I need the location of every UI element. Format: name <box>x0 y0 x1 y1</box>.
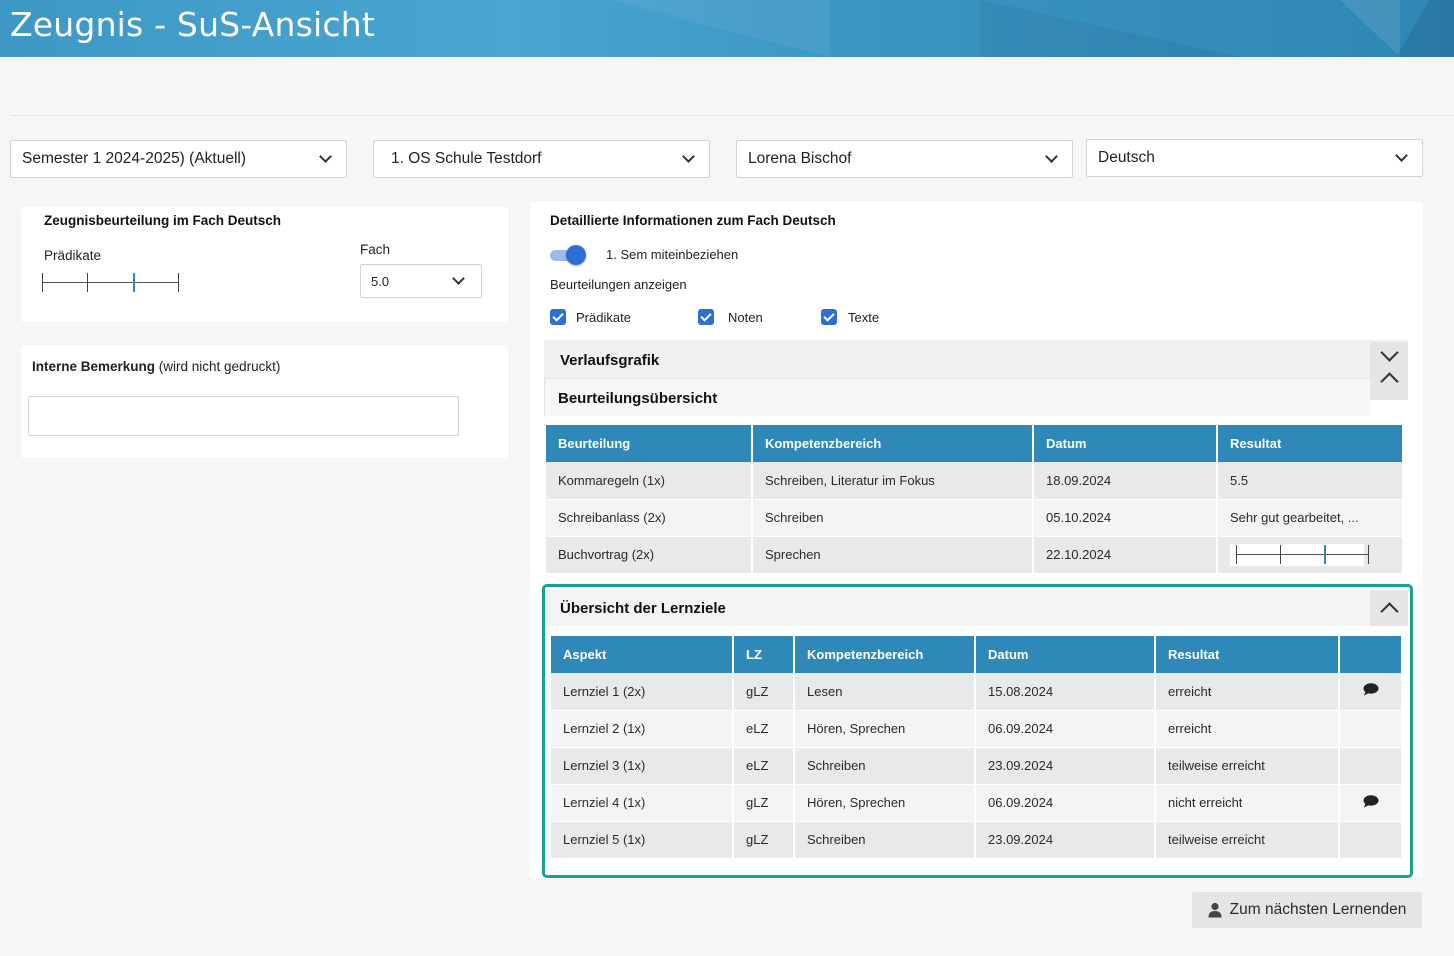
table-cell: Schreiben <box>752 499 1034 537</box>
predicate-scale <box>1230 543 1369 566</box>
grade-card: Zeugnisbeurteilung im Fach Deutsch Prädi… <box>21 207 508 322</box>
predicate-scale[interactable] <box>42 273 179 293</box>
table-cell <box>1217 536 1402 574</box>
column-header[interactable]: Beurteilung <box>546 425 753 462</box>
table-cell: 22.10.2024 <box>1033 536 1218 574</box>
table-cell: 05.10.2024 <box>1033 499 1218 537</box>
user-icon <box>1208 902 1222 918</box>
subject-select-value: Deutsch <box>1098 149 1155 166</box>
scale-tick <box>178 273 179 292</box>
scale-marker <box>133 273 135 292</box>
toggle-label: 1. Sem miteinbeziehen <box>606 247 739 262</box>
checkbox-predicates[interactable] <box>550 309 566 325</box>
chevron-down-icon <box>1379 343 1399 362</box>
checkbox-texts-label: Texte <box>848 310 880 325</box>
table-row[interactable]: Kommaregeln (1x) Schreiben, Literatur im… <box>546 462 1402 500</box>
checkbox-grades-label: Noten <box>728 310 763 325</box>
scale-tick <box>42 273 43 292</box>
semester-select[interactable]: Semester 1 2024-2025) (Aktuell) <box>10 140 347 178</box>
column-header[interactable]: Kompetenzbereich <box>752 425 1034 462</box>
scale-tick <box>1236 544 1237 564</box>
grade-card-title: Zeugnisbeurteilung im Fach Deutsch <box>44 213 282 228</box>
table-cell: Sehr gut gearbeitet, ... <box>1217 499 1402 537</box>
checkbox-predicates-label: Prädikate <box>576 310 631 325</box>
subject-grade-label: Fach <box>360 242 391 257</box>
table-row[interactable]: Buchvortrag (2x) Sprechen 22.10.2024 <box>546 536 1402 574</box>
column-header[interactable]: Datum <box>1033 425 1218 462</box>
remark-title-bold: Interne Bemerkung <box>32 359 156 374</box>
checkbox-texts[interactable] <box>821 309 837 325</box>
overview-section-title: Beurteilungsübersicht <box>558 390 718 407</box>
scale-tick <box>87 273 88 292</box>
subject-grade-value: 5.0 <box>371 273 390 289</box>
checkbox-grades[interactable] <box>698 309 714 325</box>
chevron-down-icon <box>452 272 465 285</box>
chevron-down-icon <box>682 150 695 163</box>
overview-table: Beurteilung Kompetenzbereich Datum Resul… <box>546 425 1402 574</box>
table-cell: Sprechen <box>752 536 1034 574</box>
school-select-value: 1. OS Schule Testdorf <box>391 150 542 167</box>
chevron-down-icon <box>319 150 332 163</box>
remark-title-note: (wird nicht gedruckt) <box>155 359 281 374</box>
table-cell: Kommaregeln (1x) <box>546 462 753 500</box>
scale-tick <box>1368 544 1369 564</box>
student-select[interactable]: Lorena Bischof <box>736 140 1073 178</box>
chevron-down-icon <box>1395 149 1408 162</box>
scale-marker <box>1324 544 1326 564</box>
chevron-down-icon <box>1045 150 1058 163</box>
column-header[interactable]: Resultat <box>1217 425 1402 462</box>
next-student-label: Zum nächsten Lernenden <box>1229 901 1407 918</box>
table-cell: Schreiben, Literatur im Fokus <box>752 462 1034 500</box>
table-cell: 5.5 <box>1217 462 1402 500</box>
predicate-label: Prädikate <box>44 248 102 263</box>
school-select[interactable]: 1. OS Schule Testdorf <box>373 140 710 178</box>
semester-select-value: Semester 1 2024-2025) (Aktuell) <box>22 150 247 167</box>
divider <box>10 115 1454 116</box>
remark-input[interactable] <box>28 396 459 436</box>
remark-title: Interne Bemerkung (wird nicht gedruckt) <box>32 359 280 374</box>
remark-card: Interne Bemerkung (wird nicht gedruckt) <box>21 346 508 458</box>
app-header: Zeugnis - SuS-Ansicht <box>0 0 1454 57</box>
table-cell: 18.09.2024 <box>1033 462 1218 500</box>
table-cell: Buchvortrag (2x) <box>546 536 753 574</box>
page-title: Zeugnis - SuS-Ansicht <box>10 5 375 44</box>
next-student-button[interactable]: Zum nächsten Lernenden <box>1192 892 1422 928</box>
student-select-value: Lorena Bischof <box>748 150 852 167</box>
subject-select[interactable]: Deutsch <box>1086 139 1423 177</box>
chevron-up-icon <box>1379 372 1399 391</box>
highlight-frame <box>542 584 1413 878</box>
chart-section-header[interactable] <box>544 340 1408 378</box>
detail-title: Detaillierte Informationen zum Fach Deut… <box>550 213 836 228</box>
chart-section-title: Verlaufsgrafik <box>560 352 660 369</box>
semester-toggle[interactable] <box>550 245 586 265</box>
table-cell: Schreibanlass (2x) <box>546 499 753 537</box>
table-row[interactable]: Schreibanlass (2x) Schreiben 05.10.2024 … <box>546 499 1402 537</box>
show-label: Beurteilungen anzeigen <box>550 277 687 292</box>
chart-collapse-button[interactable] <box>1370 342 1408 400</box>
scale-tick <box>1280 544 1281 564</box>
subject-grade-select[interactable]: 5.0 <box>360 264 482 298</box>
